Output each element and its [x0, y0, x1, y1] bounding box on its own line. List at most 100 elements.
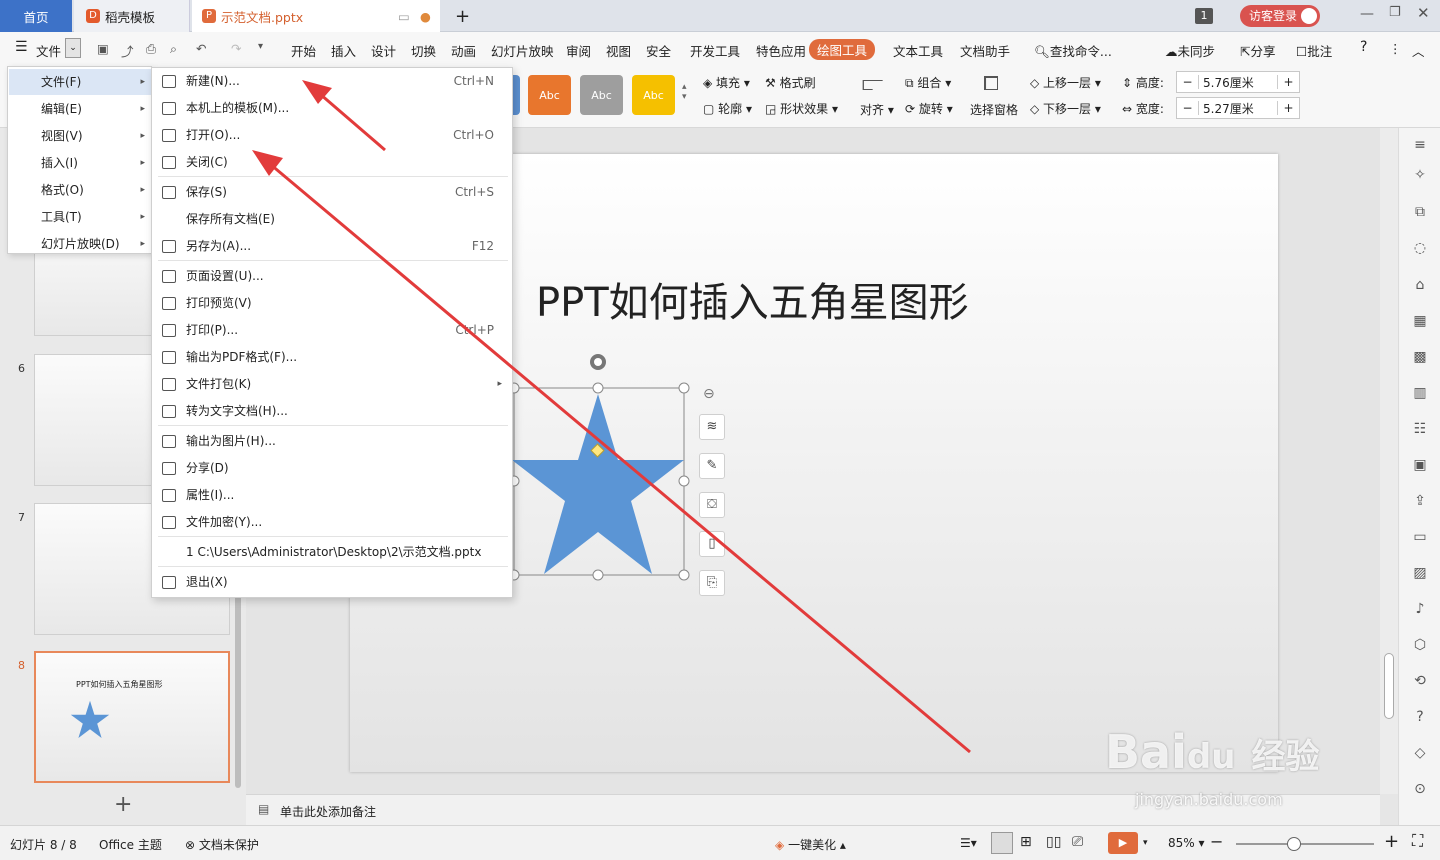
menu-item[interactable]: 文件(F) ▸: [9, 69, 152, 95]
fit-window-icon[interactable]: ⛶: [1412, 831, 1423, 851]
align-button[interactable]: 对齐 ▾: [860, 101, 894, 118]
menu-item[interactable]: 格式(O) ▸: [9, 177, 152, 203]
submenu-item[interactable]: 页面设置(U)...: [152, 263, 512, 290]
ribbon-tab[interactable]: 幻灯片放映: [491, 41, 554, 60]
shapes-icon[interactable]: ◌: [1411, 239, 1429, 257]
send-backward-button[interactable]: ◇ 下移一层 ▾: [1030, 100, 1101, 117]
layers-icon[interactable]: ≋: [699, 414, 725, 440]
submenu-item[interactable]: 退出(X): [152, 569, 512, 596]
ribbon-tab[interactable]: 插入: [331, 41, 356, 60]
ribbon-tab[interactable]: 安全: [646, 41, 671, 60]
brush-icon[interactable]: ✎: [699, 453, 725, 479]
submenu-item[interactable]: 本机上的模板(M)...: [152, 95, 512, 122]
zoom-out-button[interactable]: −: [1210, 832, 1223, 851]
minimize-icon[interactable]: —: [1360, 6, 1374, 22]
search-command[interactable]: 🔍︎查找命令...: [1034, 41, 1112, 60]
zoom-in-button[interactable]: +: [1384, 831, 1399, 852]
layer-pane-icon[interactable]: ⌂: [1411, 276, 1429, 294]
export-icon[interactable]: ⇪: [1411, 492, 1429, 510]
submenu-item[interactable]: 文件加密(Y)...: [152, 509, 512, 536]
ribbon-tab[interactable]: 绘图工具: [809, 39, 876, 60]
ribbon-tab[interactable]: 切换: [411, 41, 436, 60]
magic-icon[interactable]: ✧: [1411, 166, 1429, 184]
submenu-item[interactable]: 新建(N)... Ctrl+N: [152, 68, 512, 95]
shield-icon[interactable]: ⬡: [1411, 636, 1429, 654]
archive-icon[interactable]: ▭: [1411, 528, 1429, 546]
slide-title[interactable]: PPT如何插入五角星图形: [536, 270, 969, 328]
collapse-ribbon-icon[interactable]: ︿: [1412, 41, 1425, 60]
shape-effect-button[interactable]: ◲ 形状效果 ▾: [765, 100, 838, 117]
style-scroll-icon[interactable]: ▴ ▾: [682, 82, 687, 102]
redo-icon[interactable]: ↷: [231, 41, 241, 56]
presenter-icon[interactable]: ⎚: [1072, 834, 1083, 850]
menu-item[interactable]: 视图(V) ▸: [9, 123, 152, 149]
submenu-item[interactable]: 1 C:\Users\Administrator\Desktop\2\示范文档.…: [152, 539, 512, 566]
submenu-item[interactable]: 另存为(A)... F12: [152, 233, 512, 260]
rotate-button[interactable]: ⟳ 旋转 ▾: [905, 100, 953, 117]
reading-view-icon[interactable]: ▯▯: [1046, 834, 1061, 850]
restore-icon[interactable]: ❐: [1389, 5, 1401, 20]
menu-item[interactable]: 幻灯片放映(D) ▸: [9, 231, 152, 257]
tab-document[interactable]: P 示范文档.pptx ▭ ●: [192, 0, 440, 32]
help-circle-icon[interactable]: ?: [1411, 708, 1429, 726]
submenu-item[interactable]: 输出为图片(H)...: [152, 428, 512, 455]
thumbnail-scrollbar[interactable]: [235, 578, 241, 788]
ribbon-tab[interactable]: 审阅: [566, 41, 591, 60]
location-icon[interactable]: ⊙: [1411, 780, 1429, 798]
submenu-item[interactable]: 打印(P)... Ctrl+P: [152, 317, 512, 344]
menu-item[interactable]: 编辑(E) ▸: [9, 96, 152, 122]
ribbon-tab[interactable]: 动画: [451, 41, 476, 60]
menu-item[interactable]: 工具(T) ▸: [9, 204, 152, 230]
format-brush-button[interactable]: ⚒ 格式刷: [765, 74, 816, 91]
sync-button[interactable]: ☁未同步: [1165, 41, 1215, 60]
ribbon-tab[interactable]: 文本工具: [893, 41, 943, 60]
submenu-item[interactable]: 文件打包(K) ▸: [152, 371, 512, 398]
height-plus-button[interactable]: +: [1277, 75, 1299, 89]
save-icon[interactable]: ▣: [97, 41, 109, 56]
add-slide-button[interactable]: +: [114, 792, 132, 817]
collapse-float-icon[interactable]: ⊖: [703, 386, 715, 402]
comment-button[interactable]: ☐批注: [1296, 41, 1332, 60]
close-icon[interactable]: ✕: [1417, 4, 1430, 22]
help-icon[interactable]: ?: [1360, 39, 1367, 55]
bring-forward-button[interactable]: ◇ 上移一层 ▾: [1030, 74, 1101, 91]
submenu-item[interactable]: 打开(O)... Ctrl+O: [152, 122, 512, 149]
normal-view-icon[interactable]: [991, 832, 1013, 854]
zoom-slider[interactable]: [1236, 843, 1374, 845]
outline-button[interactable]: ▢ 轮廓 ▾: [703, 100, 752, 117]
shape-style-orange[interactable]: Abc: [528, 75, 571, 115]
fill-button[interactable]: ◈ 填充 ▾: [703, 74, 750, 91]
zoom-level[interactable]: 85% ▾: [1168, 836, 1205, 850]
slide-thumbnail-8[interactable]: PPT如何插入五角星图形: [34, 651, 230, 783]
ribbon-tab[interactable]: 特色应用: [756, 41, 806, 60]
grid-icon[interactable]: ▩: [1411, 348, 1429, 366]
notes-toggle-icon[interactable]: ☰▾: [960, 836, 977, 850]
share-doc-icon[interactable]: ⤴: [121, 41, 134, 60]
table-icon[interactable]: ▦: [1411, 312, 1429, 330]
submenu-item[interactable]: 分享(D): [152, 455, 512, 482]
history-icon[interactable]: ⟲: [1411, 672, 1429, 690]
cube-icon[interactable]: ◇: [1411, 744, 1429, 762]
tab-home[interactable]: 首页: [0, 0, 72, 32]
shape-style-gray[interactable]: Abc: [580, 75, 623, 115]
height-field[interactable]: −5.76厘米 +: [1176, 71, 1300, 93]
text-box-icon[interactable]: ⎘: [699, 570, 725, 596]
more-options-icon[interactable]: ⋮: [1389, 41, 1402, 56]
ribbon-tab[interactable]: 设计: [371, 41, 396, 60]
print-icon[interactable]: ⎙: [146, 41, 156, 57]
undo-icon[interactable]: ↶: [196, 41, 206, 56]
sorter-view-icon[interactable]: ⊞: [1020, 834, 1032, 850]
menu-item[interactable]: 插入(I) ▸: [9, 150, 152, 176]
preview-icon[interactable]: ⌕: [170, 41, 177, 57]
hamburger-icon[interactable]: ☰: [15, 39, 28, 55]
shape-style-yellow[interactable]: Abc: [632, 75, 675, 115]
picture-icon[interactable]: ▣: [1411, 456, 1429, 474]
image-icon[interactable]: ▨: [1411, 564, 1429, 582]
width-minus-button[interactable]: −: [1177, 101, 1199, 115]
audio-icon[interactable]: ♪: [1411, 600, 1429, 618]
beautify-button[interactable]: ◈ 一键美化 ▴: [775, 836, 846, 853]
submenu-item[interactable]: 保存(S) Ctrl+S: [152, 179, 512, 206]
width-plus-button[interactable]: +: [1277, 101, 1299, 115]
screen-icon[interactable]: ▭: [398, 9, 410, 24]
group-button[interactable]: ⧉ 组合 ▾: [905, 74, 951, 91]
